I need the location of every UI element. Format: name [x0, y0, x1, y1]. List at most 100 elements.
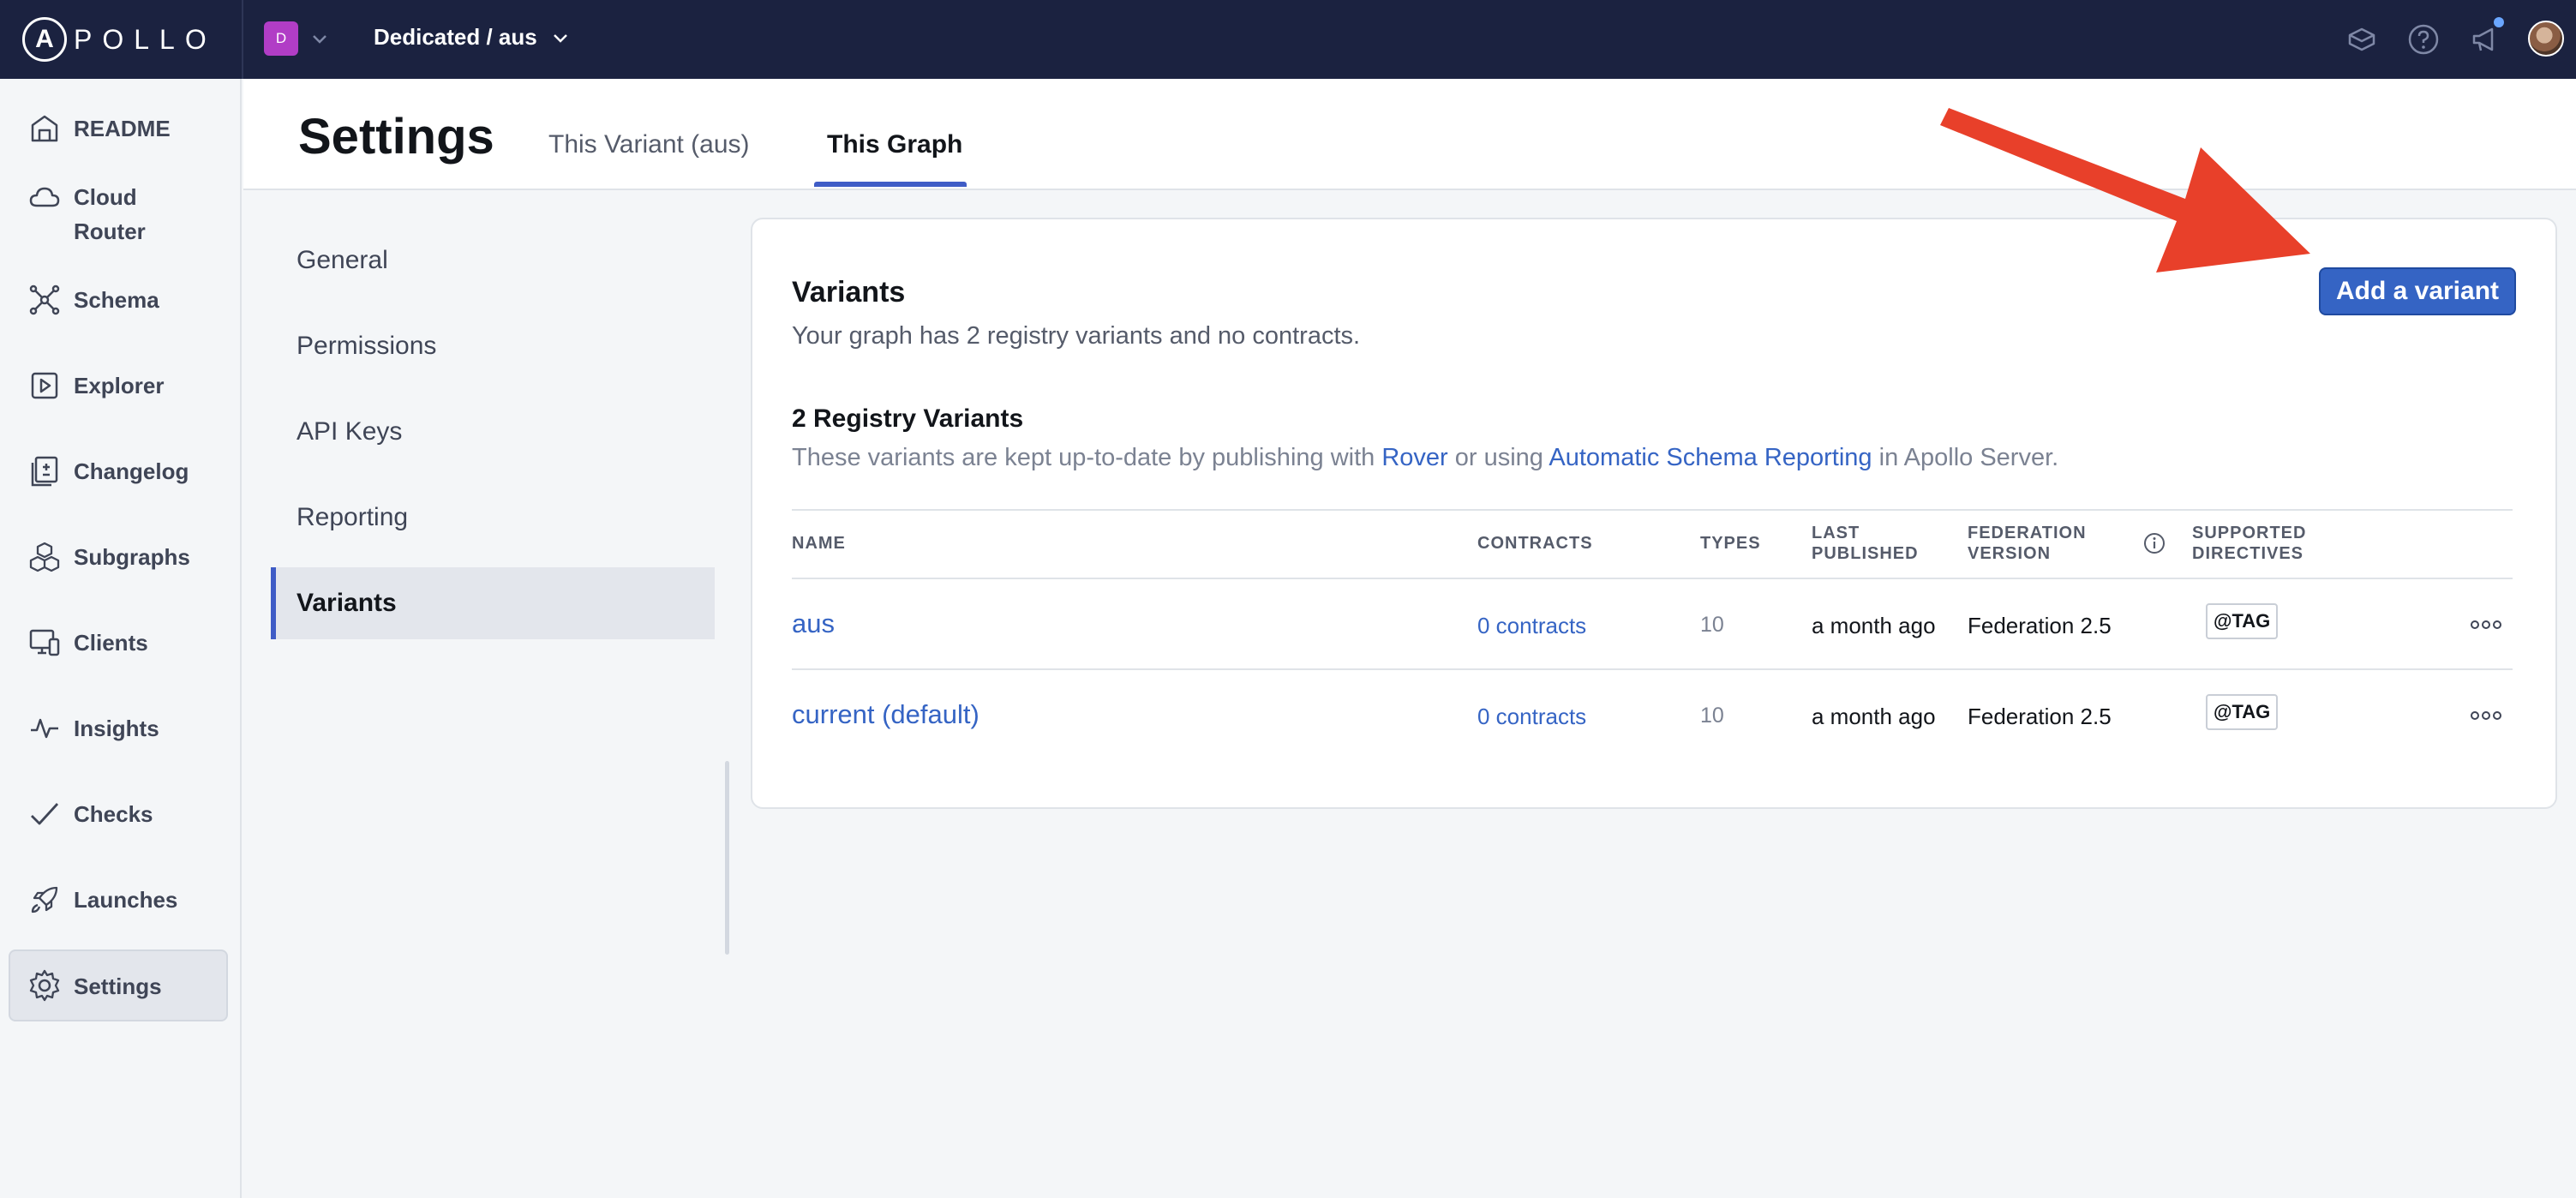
- sidebar-item-label: Checks: [74, 801, 153, 827]
- sidebar-item-label: Subgraphs: [74, 544, 190, 570]
- sidebar-item-subgraphs[interactable]: Subgraphs: [9, 538, 228, 576]
- column-header-supported-directives: SUPPORTED DIRECTIVES: [2192, 523, 2306, 564]
- help-icon[interactable]: [2405, 21, 2442, 58]
- readme-icon: [26, 110, 63, 147]
- sidebar-item-label: Changelog: [74, 458, 189, 484]
- rocket-icon: [26, 881, 63, 919]
- section-desc-text: These variants are kept up-to-date by pu…: [792, 444, 1382, 471]
- notification-dot: [2494, 17, 2504, 27]
- sidebar-item-settings[interactable]: Settings: [9, 949, 228, 1021]
- header-line: SUPPORTED: [2192, 524, 2307, 542]
- left-nav: README Cloud Router Schema Explorer Chan…: [0, 79, 242, 1198]
- org-badge[interactable]: D: [264, 21, 298, 56]
- graph-name: Dedicated / aus: [374, 24, 537, 50]
- contracts-link[interactable]: 0 contracts: [1477, 613, 1586, 639]
- sidebar-item-checks[interactable]: Checks: [9, 795, 228, 833]
- sidebar-item-explorer[interactable]: Explorer: [9, 367, 228, 404]
- schema-reporting-link[interactable]: Automatic Schema Reporting: [1549, 444, 1872, 471]
- federation-version: Federation 2.5: [1968, 704, 2112, 729]
- tab-this-variant[interactable]: This Variant (aus): [548, 130, 750, 159]
- logo-text: POLLO: [74, 23, 217, 55]
- header-line: FEDERATION: [1968, 524, 2087, 542]
- insights-icon: [26, 710, 63, 747]
- subnav-general[interactable]: General: [271, 225, 715, 297]
- section-desc-text: or using: [1447, 444, 1549, 471]
- gear-icon: [26, 967, 63, 1004]
- federation-version: Federation 2.5: [1968, 613, 2112, 638]
- cube-icon[interactable]: [2343, 21, 2381, 58]
- variants-card: Variants Your graph has 2 registry varia…: [751, 218, 2557, 809]
- variant-name-link[interactable]: current (default): [792, 699, 979, 730]
- sidebar-item-label: Settings: [74, 973, 162, 999]
- section-title: 2 Registry Variants: [792, 404, 1024, 433]
- active-tab-indicator: [814, 182, 967, 187]
- card-description: Your graph has 2 registry variants and n…: [792, 322, 1361, 350]
- topbar-divider: [242, 0, 243, 79]
- column-header-name: NAME: [792, 534, 846, 553]
- variant-name-link[interactable]: aus: [792, 608, 835, 639]
- column-header-types: TYPES: [1700, 534, 1761, 553]
- explorer-icon: [26, 367, 63, 404]
- rover-link[interactable]: Rover: [1381, 444, 1447, 471]
- clients-icon: [26, 624, 63, 662]
- column-header-last-published: LAST PUBLISHED: [1812, 523, 1919, 564]
- graph-switcher[interactable]: Dedicated / aus: [374, 24, 572, 51]
- chevron-down-icon: [553, 33, 567, 43]
- top-bar: A POLLO D Dedicated / aus: [0, 0, 2576, 79]
- logo-mark: A: [22, 17, 67, 62]
- subnav-api-keys[interactable]: API Keys: [271, 396, 715, 468]
- cloud-icon: [26, 178, 63, 216]
- changelog-icon: [26, 452, 63, 490]
- table-divider: [792, 578, 2513, 579]
- avatar[interactable]: [2528, 21, 2564, 57]
- last-published: a month ago: [1812, 704, 1936, 729]
- sidebar-item-label: Schema: [74, 287, 159, 313]
- apollo-logo[interactable]: A POLLO: [22, 17, 217, 62]
- types-count: 10: [1700, 704, 1724, 728]
- sidebar-item-launches[interactable]: Launches: [9, 881, 228, 919]
- column-header-contracts: CONTRACTS: [1477, 534, 1593, 553]
- sidebar-item-label: Launches: [74, 887, 178, 913]
- section-desc-text: in Apollo Server.: [1872, 444, 2059, 471]
- header-line: DIRECTIVES: [2192, 544, 2304, 563]
- more-options-icon[interactable]: [2470, 710, 2502, 722]
- contracts-link[interactable]: 0 contracts: [1477, 704, 1586, 730]
- table-divider: [792, 668, 2513, 670]
- sidebar-item-insights[interactable]: Insights: [9, 710, 228, 747]
- add-variant-button[interactable]: Add a variant: [2319, 267, 2516, 315]
- directive-tag: @TAG: [2206, 694, 2279, 730]
- sidebar-item-label: Insights: [74, 716, 159, 741]
- sidebar-item-clients[interactable]: Clients: [9, 624, 228, 662]
- subnav-reporting[interactable]: Reporting: [271, 482, 715, 554]
- directive-tag: @TAG: [2206, 603, 2279, 639]
- sidebar-item-label: Explorer: [74, 373, 165, 398]
- sidebar-item-label: Clients: [74, 630, 148, 656]
- sidebar-item-readme[interactable]: README: [9, 110, 228, 147]
- subnav-variants[interactable]: Variants: [271, 567, 715, 639]
- subnav-permissions[interactable]: Permissions: [271, 310, 715, 382]
- annotation-arrow: [1940, 108, 2310, 273]
- card-title: Variants: [792, 276, 906, 308]
- sidebar-item-cloud-router[interactable]: Cloud Router: [9, 178, 228, 249]
- tab-this-graph[interactable]: This Graph: [827, 130, 962, 159]
- types-count: 10: [1700, 613, 1724, 637]
- sidebar-item-label: Cloud Router: [74, 184, 146, 244]
- header-line: VERSION: [1968, 544, 2052, 563]
- sidebar-item-schema[interactable]: Schema: [9, 281, 228, 319]
- check-icon: [26, 795, 63, 833]
- info-icon[interactable]: [2142, 531, 2166, 555]
- chevron-down-icon[interactable]: [307, 26, 332, 51]
- more-options-icon[interactable]: [2470, 619, 2502, 631]
- header-line: LAST: [1812, 524, 1860, 542]
- table-divider: [792, 509, 2513, 511]
- page-title: Settings: [298, 109, 494, 165]
- last-published: a month ago: [1812, 613, 1936, 638]
- column-header-federation-version: FEDERATION VERSION: [1968, 523, 2087, 564]
- schema-icon: [26, 281, 63, 319]
- sidebar-item-label: README: [74, 116, 171, 141]
- subgraphs-icon: [26, 538, 63, 576]
- subnav-scrollbar[interactable]: [725, 761, 729, 955]
- sidebar-item-changelog[interactable]: Changelog: [9, 452, 228, 490]
- section-description: These variants are kept up-to-date by pu…: [792, 444, 2058, 472]
- header-line: PUBLISHED: [1812, 544, 1919, 563]
